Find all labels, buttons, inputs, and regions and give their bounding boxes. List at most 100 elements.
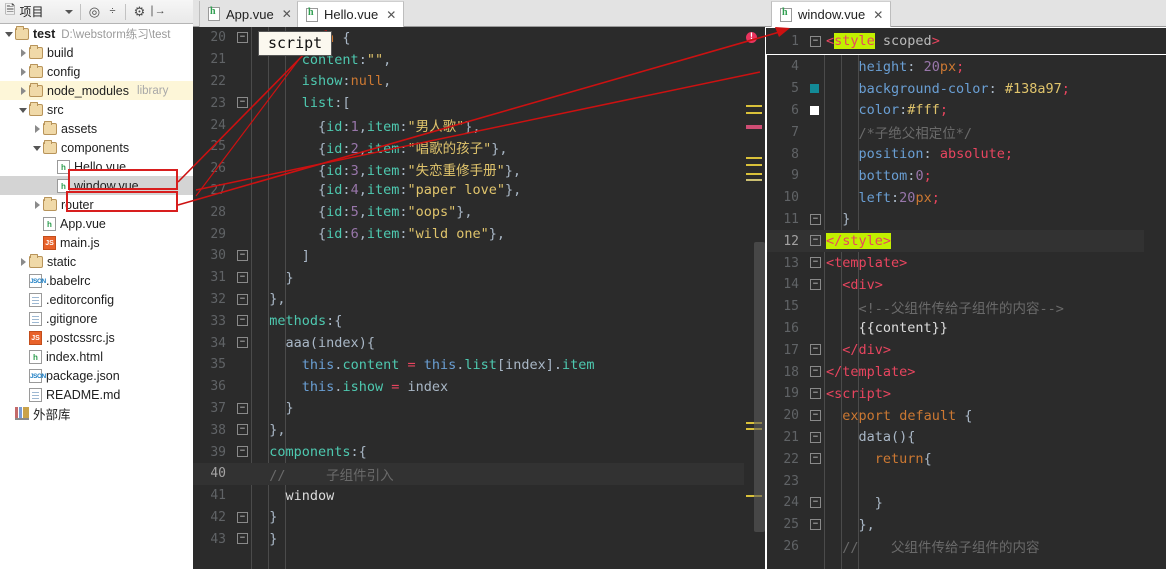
fold-column[interactable]: − <box>806 492 824 514</box>
fold-column[interactable]: − <box>233 27 251 49</box>
fold-collapse-icon[interactable]: − <box>810 518 821 530</box>
fold-column[interactable]: − <box>806 252 824 274</box>
fold-column[interactable] <box>233 223 251 245</box>
fold-column[interactable]: − <box>806 274 824 296</box>
close-icon[interactable]: ✕ <box>873 8 883 22</box>
fold-column[interactable] <box>233 49 251 71</box>
tree-item-test[interactable]: test D:\webstorm练习\test <box>0 24 193 43</box>
fold-column[interactable] <box>233 376 251 398</box>
tree-item--postcssrc-js[interactable]: JS .postcssrc.js <box>0 328 193 347</box>
fold-column[interactable]: − <box>806 448 824 470</box>
color-swatch[interactable] <box>810 83 819 93</box>
fold-column[interactable]: − <box>806 209 824 231</box>
code-line[interactable]: 28 {id:5,item:"oops"}, <box>193 201 766 223</box>
fold-column[interactable] <box>233 158 251 180</box>
tree-item-components[interactable]: components <box>0 138 193 157</box>
code-line[interactable]: 42− } <box>193 507 766 529</box>
fold-column[interactable] <box>806 296 824 318</box>
tree-item--babelrc[interactable]: JSON .babelrc <box>0 271 193 290</box>
fold-column[interactable]: − <box>806 405 824 427</box>
chevron-down-icon[interactable] <box>32 142 43 153</box>
code-line[interactable]: 36 this.ishow = index <box>193 376 766 398</box>
code-line[interactable]: 19− <script> <box>766 383 1166 405</box>
fold-column[interactable] <box>806 536 824 558</box>
code-line[interactable]: 6 color:#fff; <box>766 100 1166 122</box>
settings-gear-icon[interactable]: ⚙ <box>130 3 148 21</box>
fold-column[interactable]: − <box>806 230 824 252</box>
tree-item-build[interactable]: build <box>0 43 193 62</box>
tree-item-package-json[interactable]: JSON package.json <box>0 366 193 385</box>
code-line[interactable]: 27 {id:4,item:"paper love"}, <box>193 180 766 202</box>
code-line[interactable]: 35 this.content = this.list[index].item <box>193 354 766 376</box>
tree-item-main-js[interactable]: JS main.js <box>0 233 193 252</box>
tab-window-vue[interactable]: window.vue ✕ <box>771 1 892 27</box>
editor-window-vue[interactable]: 1 − <style scoped> 4 height: 20px; 5 back… <box>766 27 1166 569</box>
code-line[interactable]: 4 height: 20px; <box>766 56 1166 78</box>
fold-collapse-icon[interactable]: − <box>237 424 248 436</box>
code-line[interactable]: 8 position: absolute; <box>766 143 1166 165</box>
project-dropdown[interactable]: 🗎 项目 <box>2 2 76 22</box>
fold-collapse-icon[interactable]: − <box>810 366 821 378</box>
dropdown-caret-icon[interactable] <box>65 9 74 14</box>
code-line[interactable]: 11− } <box>766 209 1166 231</box>
code-line[interactable]: 37− } <box>193 398 766 420</box>
fold-column[interactable] <box>806 318 824 340</box>
close-icon[interactable]: ✕ <box>386 8 396 22</box>
code-line[interactable]: 22 ishow:null, <box>193 71 766 93</box>
fold-column[interactable]: − <box>806 514 824 536</box>
fold-column[interactable]: − <box>806 427 824 449</box>
fold-expand-icon[interactable]: − <box>810 453 821 465</box>
code-line[interactable]: 21− data(){ <box>766 427 1166 449</box>
code-line[interactable]: 25 {id:2,item:"唱歌的孩子"}, <box>193 136 766 158</box>
code-line[interactable]: 29 {id:6,item:"wild one"}, <box>193 223 766 245</box>
fold-column[interactable]: − <box>806 28 824 54</box>
tree-item-static[interactable]: static <box>0 252 193 271</box>
fold-column[interactable]: − <box>233 245 251 267</box>
tree-item-assets[interactable]: assets <box>0 119 193 138</box>
fold-collapse-icon[interactable]: − <box>237 511 248 523</box>
fold-collapse-icon[interactable]: − <box>237 293 248 305</box>
fold-expand-icon[interactable]: − <box>810 387 821 399</box>
fold-column[interactable] <box>233 201 251 223</box>
fold-column[interactable] <box>806 56 824 78</box>
code-line[interactable]: 25− }, <box>766 514 1166 536</box>
fold-column[interactable]: − <box>806 361 824 383</box>
fold-expand-icon[interactable]: − <box>237 337 248 349</box>
code-line[interactable]: 38− }, <box>193 419 766 441</box>
chevron-down-icon[interactable] <box>18 104 29 115</box>
code-line[interactable]: 31− } <box>193 267 766 289</box>
code-line[interactable]: 14− <div> <box>766 274 1166 296</box>
fold-column[interactable] <box>233 114 251 136</box>
fold-column[interactable] <box>806 165 824 187</box>
code-line[interactable]: 26 // 父组件传给子组件的内容 <box>766 536 1166 558</box>
project-tree[interactable]: test D:\webstorm练习\test build config node_mo… <box>0 24 193 569</box>
target-icon[interactable]: ◎ <box>85 3 103 21</box>
code-line[interactable]: 23− list:[ <box>193 92 766 114</box>
code-line[interactable]: 18− </template> <box>766 361 1166 383</box>
code-line[interactable]: 15 <!--父组件传给子组件的内容--> <box>766 296 1166 318</box>
fold-column[interactable]: − <box>233 92 251 114</box>
fold-expand-icon[interactable]: − <box>810 257 821 269</box>
tab-app-vue[interactable]: App.vue ✕ <box>199 1 300 27</box>
collapse-all-icon[interactable]: ÷ <box>103 3 121 21</box>
fold-collapse-icon[interactable]: − <box>810 235 821 247</box>
fold-column[interactable] <box>806 187 824 209</box>
fold-collapse-icon[interactable]: − <box>237 402 248 414</box>
tree-item-src[interactable]: src <box>0 100 193 119</box>
fold-column[interactable]: − <box>233 267 251 289</box>
code-line[interactable]: 22− return{ <box>766 448 1166 470</box>
fold-expand-icon[interactable]: − <box>810 278 821 290</box>
fold-column[interactable]: − <box>233 528 251 550</box>
tree-item-config[interactable]: config <box>0 62 193 81</box>
fold-expand-icon[interactable]: − <box>810 431 821 443</box>
fold-column[interactable]: − <box>233 419 251 441</box>
fold-collapse-icon[interactable]: − <box>810 213 821 225</box>
fold-column[interactable] <box>806 143 824 165</box>
left-marker-strip[interactable]: ! <box>744 27 766 569</box>
fold-expand-icon[interactable]: − <box>237 97 248 109</box>
fold-column[interactable] <box>806 121 824 143</box>
code-line[interactable]: 24− } <box>766 492 1166 514</box>
tree-item--editorconfig[interactable]: .editorconfig <box>0 290 193 309</box>
fold-column[interactable] <box>233 463 251 485</box>
fold-expand-icon[interactable]: − <box>237 32 248 43</box>
